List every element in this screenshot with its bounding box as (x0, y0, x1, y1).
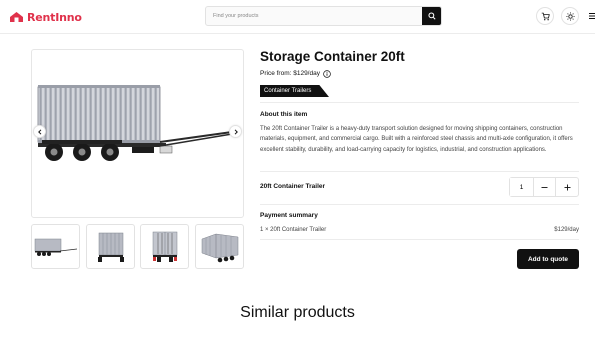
minus-icon (541, 186, 548, 188)
container-trailer-image (37, 85, 234, 161)
similar-products-title: Similar products (240, 304, 355, 321)
divider (260, 102, 579, 103)
theme-toggle-button[interactable] (561, 7, 579, 25)
logo-text: RentInno (27, 10, 82, 24)
increase-button[interactable] (556, 178, 578, 196)
divider (260, 171, 579, 172)
search-bar (205, 6, 442, 26)
container-trailer-rear-thumb (152, 231, 178, 262)
house-logo-icon (10, 12, 23, 22)
payment-summary-title: Payment summary (260, 212, 318, 219)
next-image-button[interactable] (229, 125, 242, 138)
payment-line: 1 × 20ft Container Trailer $129/day (260, 227, 579, 233)
selection-label: 20ft Container Trailer (260, 183, 326, 190)
header: RentInno (0, 0, 595, 34)
cart-button[interactable] (536, 7, 554, 25)
thumbnail-front[interactable] (86, 224, 135, 269)
quantity-stepper (509, 177, 579, 197)
container-trailer-side-thumb (34, 238, 78, 256)
chevron-left-icon (37, 128, 41, 135)
product-title: Storage Container 20ft (260, 49, 405, 64)
search-icon (427, 12, 436, 20)
plus-icon (564, 184, 570, 190)
thumbnail-angle[interactable] (195, 224, 244, 269)
thumbnail-side[interactable] (31, 224, 80, 269)
add-to-quote-button[interactable]: Add to quote (517, 249, 579, 269)
sun-icon (565, 11, 575, 21)
price-text: Price from: $129/day (260, 70, 320, 77)
logo[interactable]: RentInno (9, 9, 82, 25)
payment-line-item: 1 × 20ft Container Trailer (260, 227, 327, 233)
about-title: About this item (260, 111, 308, 118)
quantity-input[interactable] (510, 178, 534, 196)
category-tag[interactable]: Container Trailers (260, 85, 329, 97)
info-icon[interactable] (323, 69, 331, 78)
container-trailer-front-thumb (98, 232, 124, 262)
main-product-image (31, 49, 244, 218)
search-input[interactable] (206, 7, 422, 25)
search-button[interactable] (422, 7, 441, 25)
chevron-right-icon (234, 128, 238, 135)
payment-line-total: $129/day (554, 227, 579, 233)
decrease-button[interactable] (534, 178, 556, 196)
divider (260, 239, 579, 240)
menu-icon[interactable] (589, 12, 595, 20)
thumbnail-rear[interactable] (140, 224, 189, 269)
previous-image-button[interactable] (33, 125, 46, 138)
cart-icon (541, 12, 550, 20)
container-trailer-angle-thumb (201, 233, 239, 263)
divider (260, 204, 579, 205)
about-text: The 20ft Container Trailer is a heavy-du… (260, 126, 573, 153)
price-row: Price from: $129/day (260, 69, 331, 78)
